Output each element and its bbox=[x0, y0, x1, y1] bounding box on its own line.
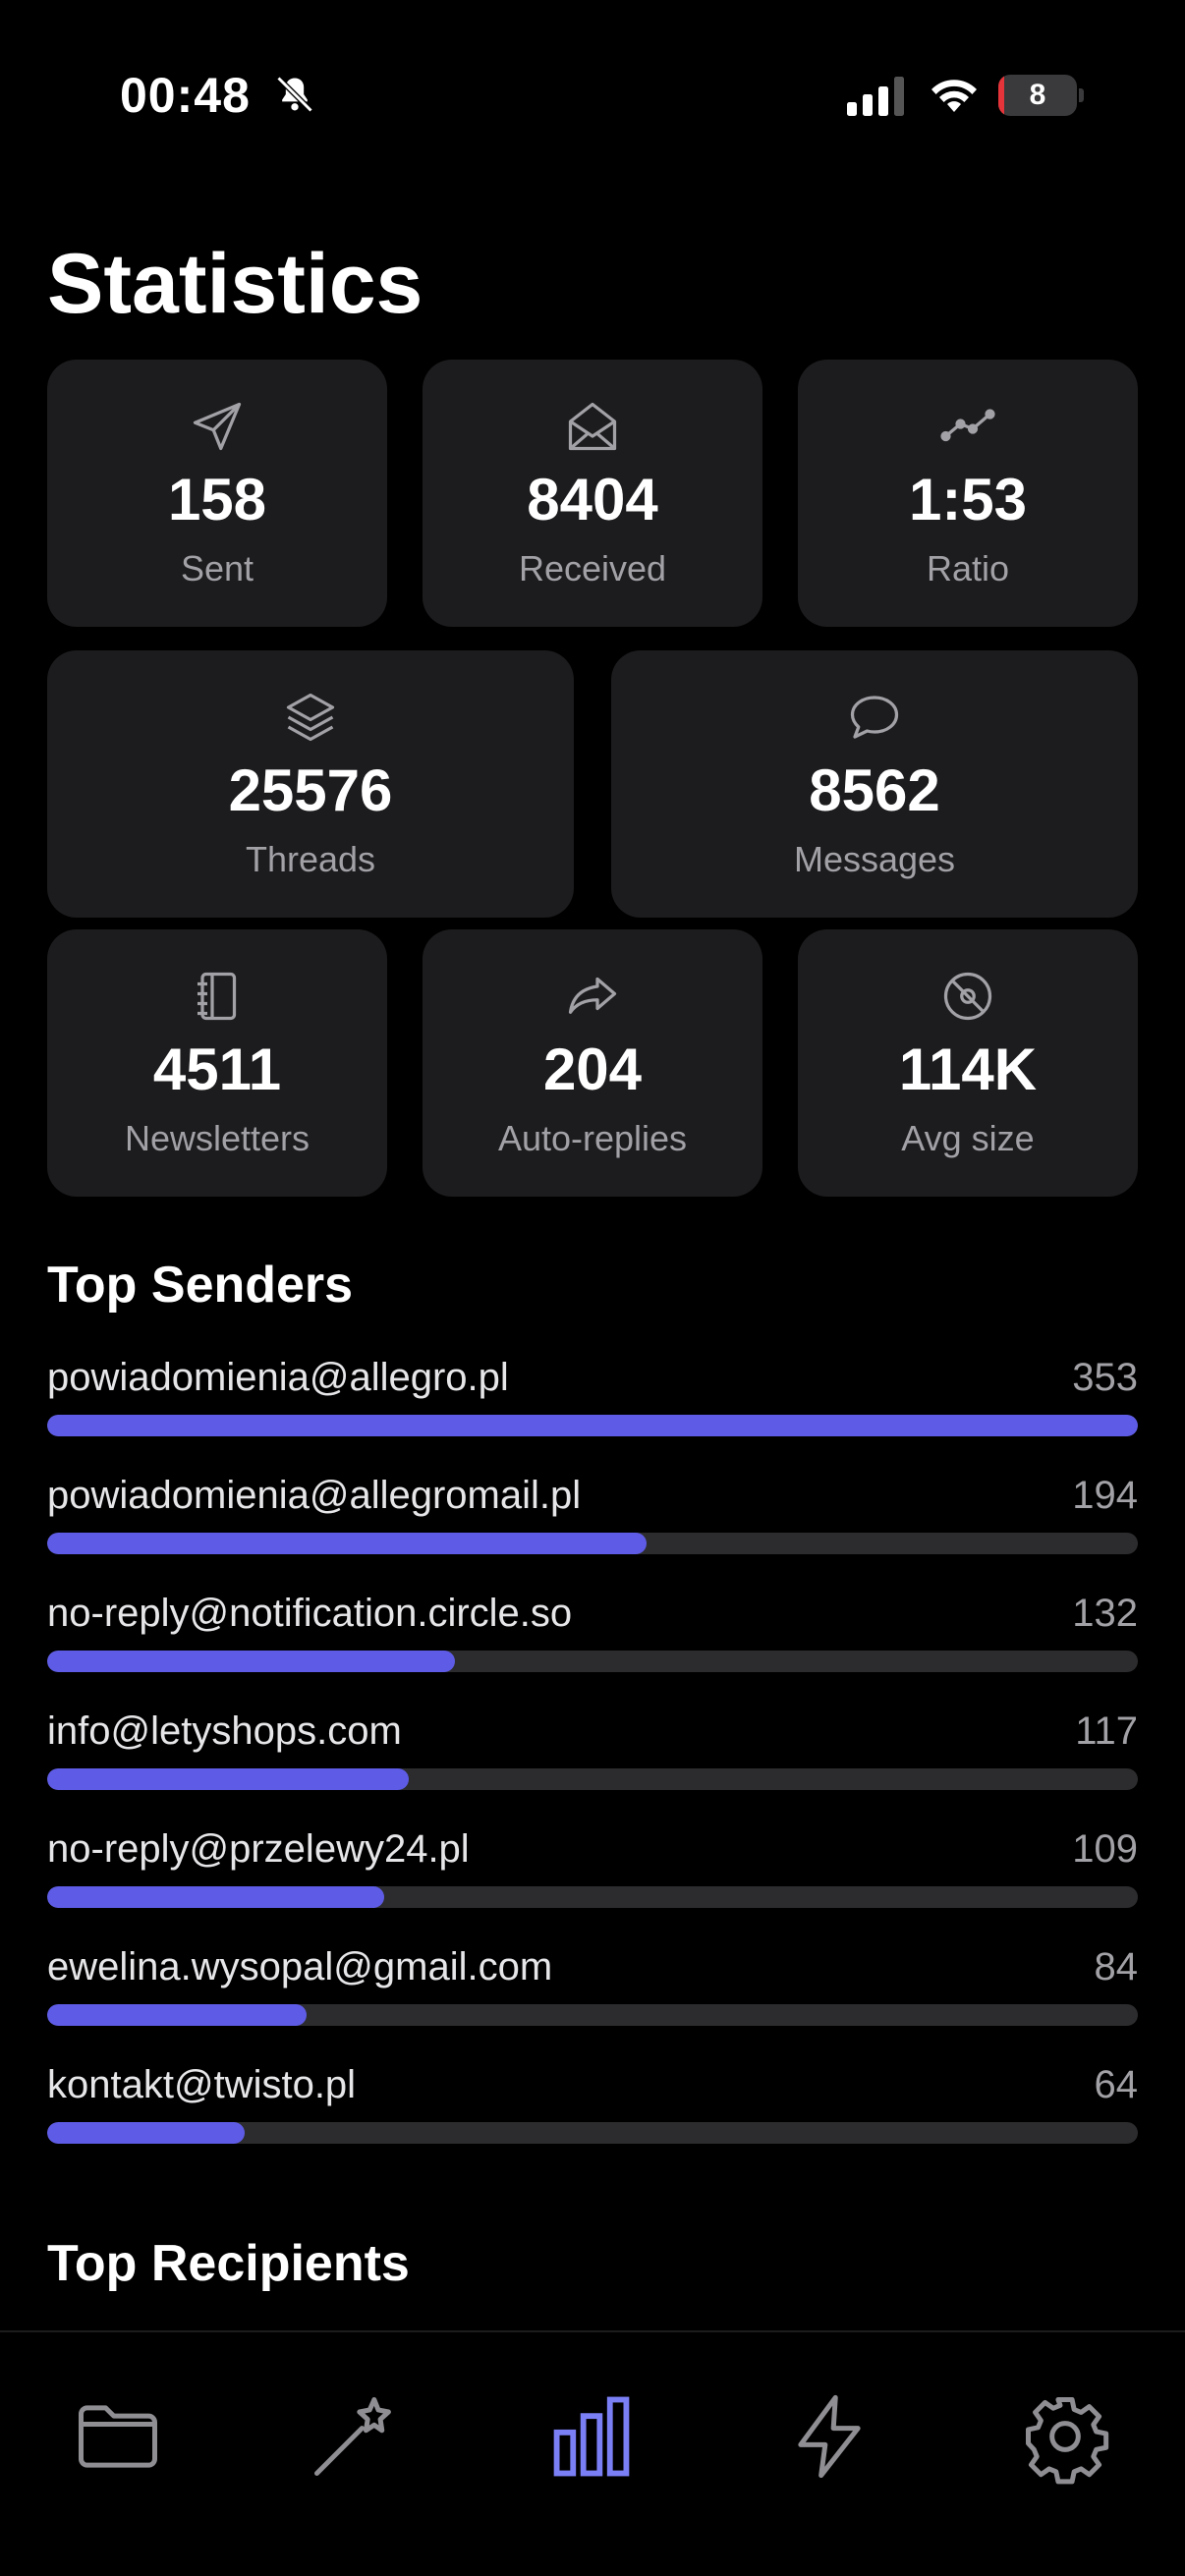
stat-value-auto-replies: 204 bbox=[542, 1036, 643, 1102]
sender-count: 132 bbox=[1072, 1592, 1138, 1635]
sender-row[interactable]: no-reply@przelewy24.pl 109 bbox=[47, 1827, 1138, 1926]
envelope-open-icon bbox=[568, 402, 617, 451]
stat-label-threads: Threads bbox=[245, 839, 376, 879]
sender-row[interactable]: ewelina.wysopal@gmail.com 84 bbox=[47, 1945, 1138, 2044]
signal-icon bbox=[847, 77, 904, 116]
stat-label-newsletters: Newsletters bbox=[124, 1118, 310, 1158]
sender-bar-track bbox=[47, 1768, 1138, 1790]
stat-label-ratio: Ratio bbox=[926, 548, 1010, 588]
sender-bar-fill bbox=[47, 1415, 1138, 1436]
stat-value-avg-size: 114K bbox=[898, 1036, 1038, 1102]
sender-email: ewelina.wysopal@gmail.com bbox=[47, 1945, 553, 1988]
sender-bar-track bbox=[47, 1886, 1138, 1908]
sender-bar-track bbox=[47, 2122, 1138, 2144]
stat-label-received: Received bbox=[518, 548, 667, 588]
stat-card-sent: 158 Sent bbox=[47, 360, 387, 627]
sender-bar-fill bbox=[47, 1651, 456, 1672]
bell-slash-icon bbox=[276, 76, 313, 113]
bar-chart-icon bbox=[553, 2396, 630, 2477]
tab-magic[interactable] bbox=[305, 2387, 403, 2486]
battery-icon: 8 bbox=[998, 75, 1084, 118]
sender-count: 84 bbox=[1094, 1945, 1139, 1988]
top-recipients-title: Top Recipients bbox=[47, 2235, 410, 2292]
sender-row[interactable]: powiadomienia@allegro.pl 353 bbox=[47, 1356, 1138, 1454]
sender-email: kontakt@twisto.pl bbox=[47, 2063, 357, 2106]
stat-card-avg-size: 114K Avg size bbox=[798, 929, 1138, 1197]
lightning-icon bbox=[798, 2394, 861, 2479]
forward-arrow-icon bbox=[568, 977, 617, 1014]
tab-bar bbox=[0, 2330, 1185, 2576]
stat-value-received: 8404 bbox=[527, 467, 658, 532]
top-senders-title: Top Senders bbox=[47, 1257, 354, 1314]
sender-row[interactable]: powiadomienia@allegromail.pl 194 bbox=[47, 1474, 1138, 1572]
sender-email: powiadomienia@allegromail.pl bbox=[47, 1474, 582, 1517]
sender-bar-fill bbox=[47, 1768, 409, 1790]
sender-count: 117 bbox=[1075, 1709, 1138, 1753]
sender-bar-fill bbox=[47, 1886, 384, 1908]
sender-email: no-reply@przelewy24.pl bbox=[47, 1827, 470, 1871]
sender-bar-fill bbox=[47, 2122, 246, 2144]
stat-value-threads: 25576 bbox=[228, 757, 393, 823]
disc-icon bbox=[943, 972, 992, 1021]
sender-bar-track bbox=[47, 1415, 1138, 1436]
sender-email: info@letyshops.com bbox=[47, 1709, 402, 1753]
tab-statistics[interactable] bbox=[542, 2387, 641, 2486]
sender-row[interactable]: no-reply@notification.circle.so 132 bbox=[47, 1592, 1138, 1690]
sender-bar-fill bbox=[47, 2004, 308, 2026]
stat-label-auto-replies: Auto-replies bbox=[497, 1118, 688, 1158]
sender-bar-fill bbox=[47, 1533, 648, 1554]
stat-value-messages: 8562 bbox=[809, 757, 940, 823]
wifi-icon bbox=[931, 80, 977, 112]
stat-label-avg-size: Avg size bbox=[901, 1118, 1035, 1158]
sender-count: 194 bbox=[1072, 1474, 1138, 1517]
sender-count: 353 bbox=[1072, 1356, 1138, 1399]
stat-card-threads: 25576 Threads bbox=[47, 650, 574, 918]
stat-card-messages: 8562 Messages bbox=[611, 650, 1138, 918]
stat-card-auto-replies: 204 Auto-replies bbox=[423, 929, 762, 1197]
page-title: Statistics bbox=[47, 237, 423, 331]
sender-row[interactable]: kontakt@twisto.pl 64 bbox=[47, 2063, 1138, 2161]
sender-bar-track bbox=[47, 2004, 1138, 2026]
status-bar: 00:48 8 bbox=[0, 0, 1185, 138]
sender-email: powiadomienia@allegro.pl bbox=[47, 1356, 509, 1399]
stat-label-sent: Sent bbox=[180, 548, 254, 588]
battery-level: 8 bbox=[1029, 79, 1046, 111]
sender-email: no-reply@notification.circle.so bbox=[47, 1592, 573, 1635]
notebook-icon bbox=[198, 972, 237, 1021]
tab-settings[interactable] bbox=[1016, 2387, 1114, 2486]
tab-folders[interactable] bbox=[69, 2387, 167, 2486]
stat-card-newsletters: 4511 Newsletters bbox=[47, 929, 387, 1197]
stat-card-received: 8404 Received bbox=[423, 360, 762, 627]
stat-value-ratio: 1:53 bbox=[908, 467, 1028, 532]
sender-count: 109 bbox=[1072, 1827, 1138, 1871]
line-chart-icon bbox=[940, 409, 995, 442]
stat-value-newsletters: 4511 bbox=[152, 1036, 282, 1102]
gear-icon bbox=[1026, 2397, 1109, 2485]
stat-value-sent: 158 bbox=[167, 467, 267, 532]
status-time: 00:48 bbox=[120, 68, 251, 123]
sender-count: 64 bbox=[1094, 2063, 1139, 2106]
tab-automation[interactable] bbox=[780, 2387, 878, 2486]
sender-bar-track bbox=[47, 1651, 1138, 1672]
sender-row[interactable]: info@letyshops.com 117 bbox=[47, 1709, 1138, 1808]
stat-card-ratio: 1:53 Ratio bbox=[798, 360, 1138, 627]
folder-icon bbox=[79, 2405, 157, 2468]
layers-icon bbox=[286, 693, 335, 742]
chat-bubble-icon bbox=[850, 696, 899, 739]
sender-bar-track bbox=[47, 1533, 1138, 1554]
paper-plane-icon bbox=[193, 402, 242, 451]
stat-label-messages: Messages bbox=[793, 839, 956, 879]
magic-wand-icon bbox=[314, 2397, 391, 2476]
